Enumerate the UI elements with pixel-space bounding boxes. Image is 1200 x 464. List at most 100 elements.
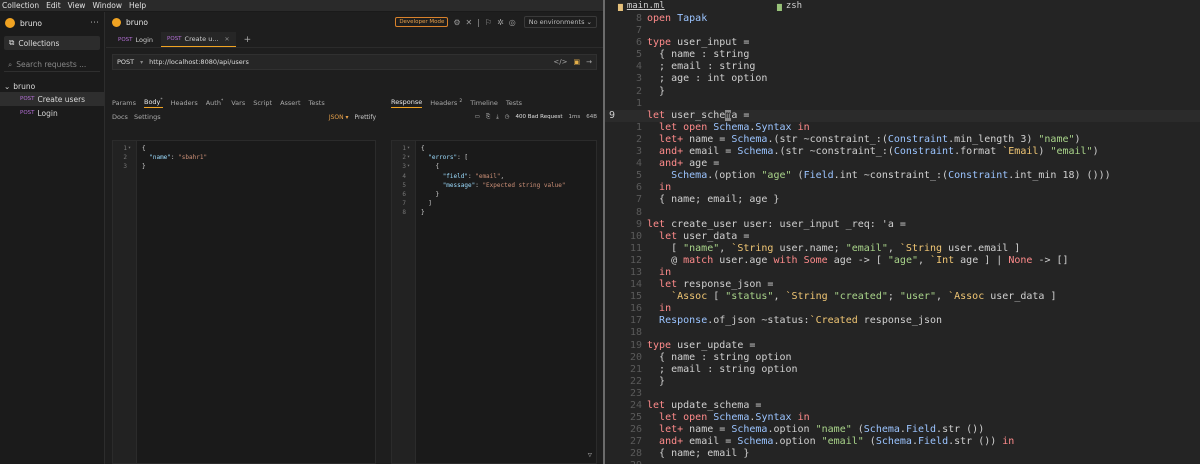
request-body-editor[interactable]: 1 ▾{2 "name": "sbahr1" 3} [112,140,376,464]
close-icon[interactable]: ✕ [225,36,230,43]
settings-icon[interactable]: ✲ [497,18,504,27]
fold-toggle-icon[interactable]: ▾ [407,153,410,162]
sidebar-item-create-users[interactable]: POST Create users [0,92,104,106]
menu-help[interactable]: Help [129,1,146,10]
code-line: 1 [605,98,1200,110]
code-text: in [659,303,672,315]
json-key: "field" [442,172,468,180]
ocaml-file-icon: ▆ [618,1,623,11]
sidebar: bruno ⋯ ⧉ Collections ⌕ Search requests … [0,12,105,464]
developer-mode-badge[interactable]: Developer Mode [395,17,449,27]
code-line: 2 ▾ "errors": [ [392,153,596,162]
tab-script[interactable]: Script [253,99,272,107]
code-text: let user_data = [659,230,750,242]
code-editor[interactable]: 8 open Tapak 7 6 type user_input = 5 { name :… [605,13,1200,464]
tab-login[interactable]: POST Login [112,32,159,47]
request-name: Create users [37,94,86,104]
collection-icon [112,17,121,27]
save-icon[interactable]: ▣ [574,58,581,66]
line-number: 21 [629,363,642,375]
line-number: 29 [605,460,642,464]
menu-window[interactable]: Window [92,1,122,10]
fold-toggle-icon[interactable]: ▾ [407,162,410,171]
code-text: ; email : string option [647,363,798,375]
url-bar: POST ▾ http://localhost:8080/api/users <… [112,54,597,70]
terminal-tab-zsh[interactable]: ▆ zsh [777,1,802,11]
line-number: 6 [635,182,642,194]
code-text: { [142,145,146,152]
prettify-button[interactable]: Prettify [355,114,376,121]
code-text: and+ email = Schema.(str ~constraint_:(C… [659,146,1099,158]
sidebar-item-login[interactable]: POST Login [0,106,104,120]
tab-auth[interactable]: Auth* [206,99,223,107]
clock-icon[interactable]: ◷ [505,114,510,120]
tab-assert[interactable]: Assert [280,99,300,107]
search-input[interactable]: Search requests ... [16,60,86,69]
send-arrow-icon[interactable]: → [586,58,592,66]
line-number: 7 [635,25,642,37]
response-body-viewer[interactable]: 1 ▾{2 ▾ "errors": [3 ▾ {4 "field": "email",… [391,140,597,464]
tab-timeline[interactable]: Timeline [470,99,498,107]
tab-body[interactable]: Body* [144,98,163,109]
line-number: 27 [629,436,642,448]
add-tab-button[interactable]: + [238,32,258,47]
search-requests[interactable]: ⌕ Search requests ... [4,58,100,72]
code-text: } [647,375,666,387]
code-line: 8} [392,208,596,217]
code-text: } [142,163,146,171]
code-line: 2 } [605,86,1200,98]
code-text: { [421,145,425,152]
collection-bruno[interactable]: ⌄ bruno [0,80,104,92]
close-icon[interactable]: ✕ [466,18,473,27]
copy-icon[interactable]: ▭ [475,114,480,120]
terminal-tab-main-ml[interactable]: ▆ main.ml [618,1,665,11]
line-number: 2 [635,133,642,145]
line-number: 3 [635,146,642,158]
tab-response-tests[interactable]: Tests [506,99,522,107]
menu-collection[interactable]: Collection [2,1,39,10]
method-select[interactable]: POST [117,58,134,66]
tab-create-users[interactable]: POST Create u... ✕ [161,32,236,47]
tab-settings[interactable]: Settings [134,113,161,121]
tab-label: Login [135,35,154,44]
environment-select[interactable]: No environments ⌄ [523,16,597,28]
code-text: { [435,163,440,171]
tab-headers[interactable]: Headers [171,99,198,107]
divider: | [477,17,480,27]
tab-vars[interactable]: Vars [231,99,245,107]
url-input[interactable]: http://localhost:8080/api/users [149,58,547,66]
response-body-lines: 1 ▾{2 ▾ "errors": [3 ▾ {4 "field": "email",… [392,144,596,218]
fold-toggle-icon[interactable]: ▾ [407,144,410,153]
menu-view[interactable]: View [68,1,86,10]
more-options-icon[interactable]: ⋯ [90,18,99,28]
terminal-tab-label: main.ml [626,1,665,11]
tab-tests[interactable]: Tests [309,99,325,107]
collections-label: Collections [18,38,60,48]
menu-bar: Collection Edit View Window Help [0,0,603,12]
gear-icon[interactable]: ⚙ [453,18,460,27]
fold-toggle-icon[interactable]: ▾ [128,144,131,153]
tab-response[interactable]: Response [391,98,423,108]
filter-icon[interactable]: ▽ [588,451,592,459]
request-name: Login [37,108,58,118]
tab-response-headers[interactable]: Headers 2 [430,99,462,107]
code-text: open Tapak [647,13,708,24]
menu-edit[interactable]: Edit [46,1,61,10]
code-text: { name; email; age } [647,194,780,206]
collections-button[interactable]: ⧉ Collections [4,36,100,50]
code-text: and+ email = Schema.option "email" (Sche… [659,436,1015,448]
share-icon[interactable]: ◎ [509,18,516,27]
collections-icon: ⧉ [9,38,15,47]
body-type-select[interactable]: JSON ▾ [329,114,349,121]
clipboard-icon[interactable]: ⎘ [486,114,490,121]
line-number: 1 [402,145,406,152]
code-line: 13 in [605,267,1200,279]
runner-icon[interactable]: ⚐ [485,18,492,27]
tab-params[interactable]: Params [112,99,136,107]
download-icon[interactable]: ⤓ [496,114,498,121]
code-text: } [435,190,440,198]
code-text: let open Schema.Syntax in [659,121,810,133]
code-icon[interactable]: </> [553,58,567,66]
code-line: 27 and+ email = Schema.option "email" (S… [605,436,1200,448]
tab-docs[interactable]: Docs [112,113,128,121]
